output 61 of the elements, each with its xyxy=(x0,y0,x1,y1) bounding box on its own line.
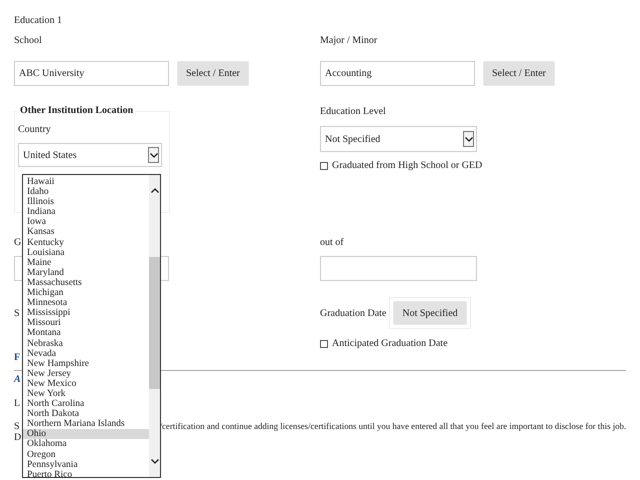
dropdown-option[interactable]: Montana xyxy=(23,328,149,338)
dropdown-option[interactable]: New Mexico xyxy=(23,378,149,389)
select-enter-button[interactable]: Select / Enter xyxy=(483,61,555,86)
legend-title: Other Institution Location xyxy=(19,105,134,117)
dropdown-option[interactable]: Pennsylvania xyxy=(23,460,149,470)
input-field[interactable]: Accounting xyxy=(320,61,475,86)
field-label: L xyxy=(14,397,20,410)
section-title: Education 1 xyxy=(14,14,62,27)
field-label: Graduation Date xyxy=(320,308,386,318)
instruction-text: /certification and continue adding licenses/certifications until you have entered all that you feel are important to disclose for this job. xyxy=(160,420,626,433)
field-label: Education Level xyxy=(320,105,386,118)
education-level-select[interactable]: Not Specified xyxy=(320,126,477,152)
dropdown-option[interactable]: North Dakota xyxy=(23,409,149,420)
dropdown-option[interactable]: Nevada xyxy=(23,348,149,359)
checkbox[interactable] xyxy=(320,162,328,170)
scroll-down-icon xyxy=(150,459,158,464)
input-field[interactable]: ABC University xyxy=(14,61,169,86)
country-select[interactable]: United States xyxy=(18,143,162,167)
dropdown-option[interactable]: New Hampshire xyxy=(23,358,149,369)
dropdown-option[interactable]: Indiana xyxy=(23,207,149,218)
field-label: G xyxy=(14,236,22,249)
dropdown-option[interactable]: Puerto Rico xyxy=(23,470,149,477)
dropdown-option[interactable]: New York xyxy=(23,388,149,400)
field-label: Country xyxy=(18,123,51,136)
field-label: School xyxy=(14,34,42,47)
field-label: Major / Minor xyxy=(320,34,378,47)
dropdown-option[interactable]: Oklahoma xyxy=(23,439,149,450)
dropdown-option[interactable]: Oregon xyxy=(23,450,149,460)
scroll-up-icon xyxy=(150,188,158,193)
checkbox[interactable] xyxy=(320,340,328,348)
dropdown-option[interactable]: Minnesota xyxy=(23,298,149,308)
checkbox-label: Anticipated Graduation Date xyxy=(332,338,448,349)
dropdown-option[interactable]: Ohio xyxy=(23,429,149,440)
dropdown-option[interactable]: Hawaii xyxy=(23,177,149,188)
dropdown-option[interactable]: Louisiana xyxy=(23,248,149,258)
checkbox-label: Graduated from High School or GED xyxy=(332,160,482,171)
select-enter-button[interactable]: Select / Enter xyxy=(177,61,249,86)
instruction-text: S xyxy=(14,420,20,433)
dropdown-option[interactable]: Illinois xyxy=(23,197,149,208)
instruction-text: D xyxy=(14,431,22,444)
section-link[interactable]: F xyxy=(14,351,20,364)
dropdown-option[interactable]: Nebraska xyxy=(23,338,149,349)
dropdown-option[interactable]: Iowa xyxy=(23,217,149,228)
scrollbar[interactable] xyxy=(149,175,160,477)
dropdown-option[interactable]: Kansas xyxy=(23,227,149,238)
dropdown-option[interactable]: New Jersey xyxy=(23,368,149,379)
dropdown-option[interactable]: Missouri xyxy=(23,318,149,328)
dropdown-option[interactable]: Michigan xyxy=(23,288,149,298)
dropdown-option[interactable]: Northern Mariana Islands xyxy=(23,419,149,430)
input-field[interactable] xyxy=(320,256,477,281)
dropdown-option[interactable]: North Carolina xyxy=(23,399,149,410)
dropdown-option[interactable]: Kentucky xyxy=(23,238,149,248)
dropdown-option[interactable]: Maine xyxy=(23,258,149,268)
dropdown-option[interactable]: Massachusetts xyxy=(23,278,149,288)
dropdown-option[interactable]: Idaho xyxy=(23,187,149,198)
dropdown-option[interactable]: Mississippi xyxy=(23,308,149,318)
date-picker-button[interactable]: Not Specified xyxy=(393,301,467,325)
section-heading: A xyxy=(14,373,21,386)
dropdown-option[interactable]: Maryland xyxy=(23,268,149,278)
field-label: S xyxy=(14,306,20,320)
field-label: out of xyxy=(320,236,344,249)
